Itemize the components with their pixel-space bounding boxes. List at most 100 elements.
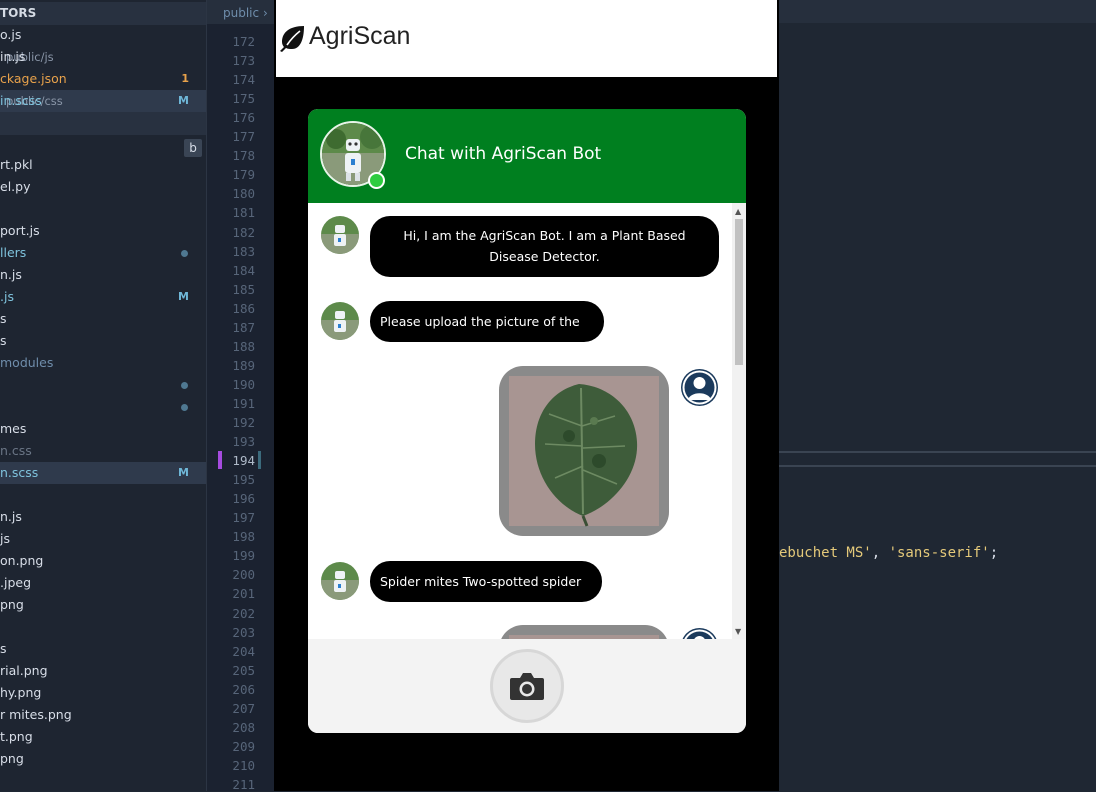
file-tree-item[interactable]: t.png (0, 726, 206, 748)
scrollbar-thumb[interactable] (735, 219, 743, 365)
app-header: AgriScan (276, 0, 777, 77)
file-tree-item[interactable]: s (0, 330, 206, 352)
line-number: 189 (232, 357, 255, 373)
line-number: 172 (232, 34, 255, 49)
scroll-down-icon[interactable]: ▼ (735, 627, 741, 636)
online-status-dot (368, 172, 385, 189)
file-tree-item[interactable]: port.js (0, 220, 206, 242)
line-number: 195 (232, 472, 255, 488)
file-name: in.scss (0, 93, 42, 108)
file-tree-item[interactable]: .js M (0, 286, 206, 308)
open-editor-item[interactable]: in.scss public/css M (0, 90, 206, 112)
message-list[interactable]: Hi, I am the AgriScan Bot. I am a Plant … (308, 203, 746, 639)
file-tree-item[interactable]: png (0, 748, 206, 770)
open-editor-item[interactable]: in.js public/js (0, 46, 206, 68)
code-line: ebuchet MS', 'sans-serif'; (779, 545, 998, 561)
file-tree-item[interactable]: n.css (0, 440, 206, 462)
file-tree-item[interactable]: n.scss M (0, 462, 206, 484)
line-number: 190 (232, 376, 255, 392)
line-number: 174 (232, 72, 255, 88)
project-header[interactable] (0, 112, 206, 135)
leaf-photo-icon (509, 635, 659, 639)
open-editor-item[interactable]: ckage.json 1 (0, 68, 206, 90)
user-image-message[interactable] (499, 625, 669, 639)
line-number: 201 (232, 586, 255, 602)
line-number: 202 (232, 605, 255, 621)
file-name: r mites.png (0, 707, 72, 722)
file-tree-item[interactable]: png (0, 594, 206, 616)
line-number: 204 (232, 643, 255, 659)
line-number: 177 (232, 129, 255, 145)
user-avatar-icon (681, 369, 718, 406)
file-name: ckage.json (0, 71, 67, 86)
line-number: 210 (232, 757, 255, 773)
file-name: n.js (0, 267, 22, 282)
chat-title: Chat with AgriScan Bot (405, 144, 602, 164)
line-number: 193 (232, 434, 255, 450)
app-window: AgriScan Chat with AgriScan Bot Hi, I am… (274, 0, 779, 791)
editor-divider (779, 465, 1096, 467)
file-tree-item[interactable]: s (0, 308, 206, 330)
chat-scrollbar[interactable]: ▲ ▼ (732, 203, 746, 639)
file-tree-item[interactable] (0, 484, 206, 506)
line-number: 179 (232, 167, 255, 183)
bot-message: Spider mites Two-spotted spider mite (370, 561, 602, 630)
git-status-badge: M (178, 466, 189, 479)
file-tree-item[interactable]: n.js (0, 264, 206, 286)
code-string: 'sans-serif' (888, 545, 990, 561)
line-number: 211 (232, 776, 255, 792)
code-editor[interactable]: ebuchet MS', 'sans-serif'; (779, 0, 1096, 791)
brand-title[interactable]: AgriScan (309, 22, 410, 51)
file-tree-item[interactable] (0, 374, 206, 396)
bot-avatar (321, 216, 359, 254)
line-number: 185 (232, 281, 255, 297)
file-tree-item[interactable]: s (0, 638, 206, 660)
file-tree-item[interactable]: js (0, 528, 206, 550)
file-name: rt.pkl (0, 157, 33, 172)
line-number: 176 (232, 110, 255, 126)
line-number: 208 (232, 719, 255, 735)
leaf-photo-icon (509, 376, 659, 527)
open-editors-header[interactable]: TORS (0, 2, 206, 25)
file-name: o.js (0, 27, 22, 42)
breadcrumb[interactable]: public › (207, 0, 275, 24)
file-tree-item[interactable]: llers (0, 242, 206, 264)
git-status-badge: M (178, 290, 189, 303)
file-tree-item[interactable] (0, 198, 206, 220)
git-status-badge: M (178, 94, 189, 107)
file-tree-item[interactable]: rt.pkl (0, 154, 206, 176)
file-tree-item[interactable]: mes (0, 418, 206, 440)
user-image-message[interactable] (499, 366, 669, 536)
chat-header: Chat with AgriScan Bot (308, 109, 746, 203)
bot-avatar (321, 562, 359, 600)
file-tree-item[interactable] (0, 616, 206, 638)
camera-icon (510, 673, 544, 700)
file-tree-item[interactable]: rial.png (0, 660, 206, 682)
file-tree-item[interactable]: el.py (0, 176, 206, 198)
file-name: s (0, 311, 7, 326)
file-tree-item[interactable]: hy.png (0, 682, 206, 704)
git-change-marker (218, 451, 222, 469)
file-tree-item[interactable]: .jpeg (0, 572, 206, 594)
file-name: .jpeg (0, 575, 32, 590)
line-number: 191 (232, 395, 255, 411)
open-editor-item[interactable]: o.js (0, 24, 206, 46)
file-tree-item[interactable]: n.js (0, 506, 206, 528)
file-name: s (0, 641, 7, 656)
file-tree-item[interactable]: r mites.png (0, 704, 206, 726)
code-punct: ; (989, 545, 999, 561)
line-number: 192 (232, 415, 255, 430)
file-tree-item[interactable]: modules (0, 352, 206, 374)
breadcrumb-label: public (223, 6, 260, 20)
camera-upload-button[interactable] (490, 649, 564, 723)
file-tree-item[interactable] (0, 396, 206, 418)
modified-dot-icon (181, 404, 188, 411)
line-number: 175 (232, 91, 255, 107)
file-name: modules (0, 355, 54, 370)
file-name: js (0, 531, 10, 546)
cursor-line-marker (258, 451, 261, 469)
file-tree-item[interactable]: on.png (0, 550, 206, 572)
git-status-badge: 1 (181, 72, 189, 85)
editor-tab-bar (779, 0, 1096, 23)
scroll-up-icon[interactable]: ▲ (735, 207, 741, 216)
